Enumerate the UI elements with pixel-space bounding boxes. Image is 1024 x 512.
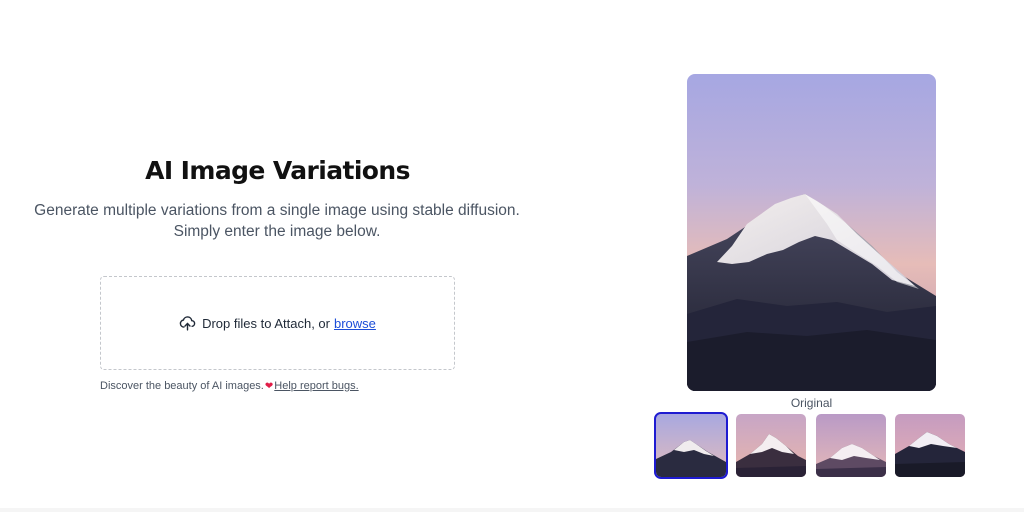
dropzone-label: Drop files to Attach, or [202, 315, 330, 331]
footer-note-text: Discover the beauty of AI images. [100, 380, 264, 392]
browse-link[interactable]: browse [334, 316, 376, 331]
footer-note: Discover the beauty of AI images. ❤ Help… [100, 380, 359, 392]
page-title: AI Image Variations [145, 156, 410, 185]
file-dropzone[interactable]: Drop files to Attach, or browse [100, 276, 455, 370]
thumbnail-variation-1[interactable] [736, 414, 806, 477]
thumbnail-variation-2[interactable] [816, 414, 886, 477]
heart-icon: ❤ [264, 380, 274, 392]
original-image [687, 74, 936, 391]
thumbnail-original[interactable] [654, 412, 728, 479]
image-caption: Original [790, 396, 833, 410]
page-subtitle: Generate multiple variations from a sing… [34, 202, 520, 240]
thumbnail-variation-3[interactable] [895, 414, 965, 477]
upload-cloud-icon [179, 315, 196, 332]
report-bugs-link[interactable]: Help report bugs. [274, 380, 358, 392]
bottom-divider [0, 508, 1024, 512]
